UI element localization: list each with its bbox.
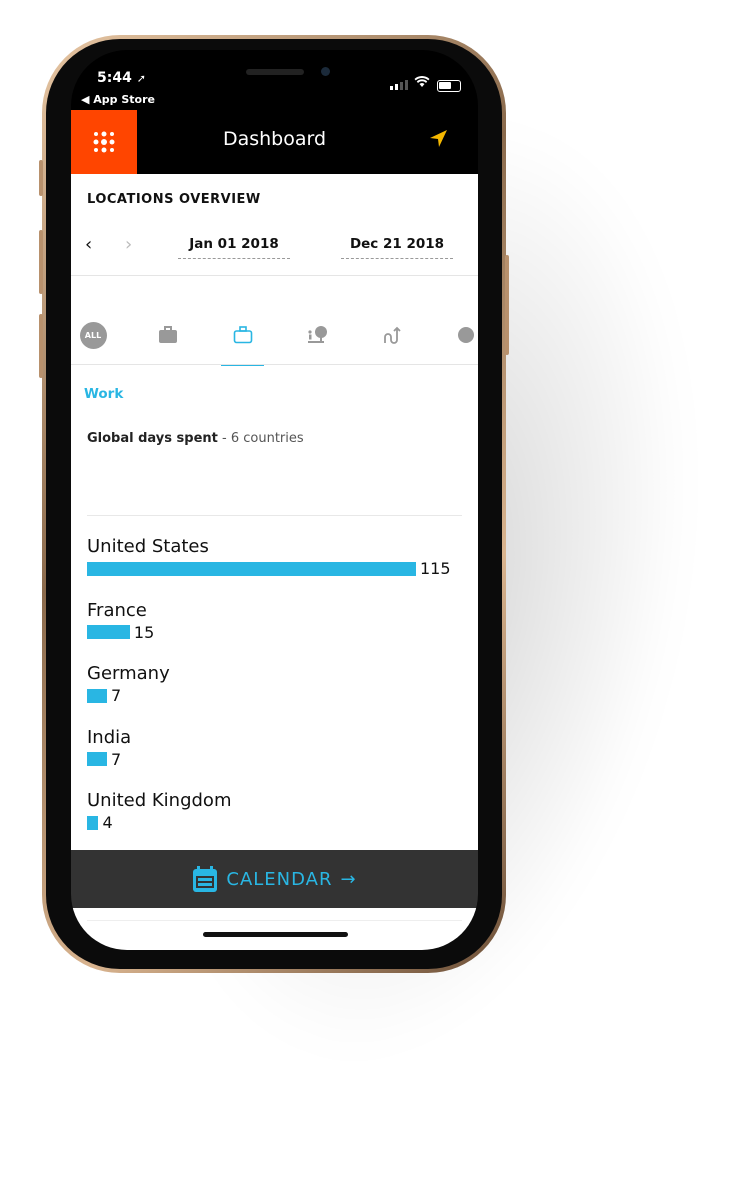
- status-bar: 5:44 ➚ ◀ App Store: [71, 50, 478, 110]
- divider: [87, 515, 462, 516]
- app-header: Dashboard: [71, 110, 478, 174]
- home-indicator[interactable]: [203, 932, 348, 937]
- country-row[interactable]: United Kingdom 4: [87, 790, 467, 832]
- country-days-value: 7: [111, 686, 122, 705]
- country-row[interactable]: United States 115: [87, 536, 467, 578]
- briefcase-outline-icon: [233, 326, 253, 344]
- country-bar: [87, 815, 99, 830]
- person-tree-icon: [308, 326, 327, 343]
- country-bar: [87, 561, 416, 576]
- summary: Global days spent - 6 countries: [87, 431, 304, 446]
- volume-down-button: [39, 314, 43, 378]
- location-button[interactable]: [427, 128, 449, 154]
- power-button: [505, 255, 509, 355]
- volume-up-button: [39, 230, 43, 294]
- back-to-app-store[interactable]: ◀ App Store: [81, 93, 155, 106]
- country-name: France: [87, 599, 147, 621]
- country-days-value: 7: [111, 749, 122, 769]
- summary-count: - 6 countries: [217, 431, 304, 446]
- content-below: [71, 908, 478, 950]
- circle-icon: [458, 327, 474, 343]
- section-title: LOCATIONS OVERVIEW: [87, 192, 261, 207]
- country-row[interactable]: Germany 7: [87, 663, 467, 705]
- divider: [71, 275, 478, 276]
- country-name: Germany: [87, 663, 170, 684]
- tab-briefcase-filled[interactable]: [146, 320, 190, 350]
- battery-icon: [437, 80, 461, 92]
- country-bar: [87, 625, 130, 639]
- tab-leisure[interactable]: [295, 320, 339, 350]
- country-name: India: [87, 726, 132, 748]
- signal-icon: [390, 80, 408, 90]
- dashboard-content: LOCATIONS OVERVIEW ‹ › Jan 01 2018 Dec 2…: [71, 174, 478, 896]
- wifi-icon: [414, 76, 430, 92]
- next-period-button[interactable]: ›: [125, 234, 132, 255]
- calendar-button[interactable]: CALENDAR →: [71, 850, 478, 908]
- country-row[interactable]: India 7: [87, 727, 467, 769]
- category-label: Work: [84, 386, 124, 402]
- speaker: [246, 69, 304, 75]
- tab-all[interactable]: ALL: [71, 320, 115, 350]
- divider: [71, 364, 478, 365]
- tab-route[interactable]: [370, 320, 414, 350]
- camera: [321, 67, 330, 76]
- country-bar: [87, 752, 108, 766]
- category-tabs: ALL: [71, 306, 478, 366]
- page-title: Dashboard: [222, 128, 327, 150]
- route-icon: [384, 326, 401, 344]
- briefcase-filled-icon: [159, 326, 177, 343]
- summary-label: Global days spent: [87, 431, 218, 446]
- mute-switch: [39, 160, 43, 196]
- country-days-value: 15: [133, 622, 155, 642]
- prev-period-button[interactable]: ‹: [85, 234, 92, 255]
- country-row[interactable]: France 15: [87, 600, 467, 642]
- country-bar: [87, 688, 108, 703]
- tab-work[interactable]: [221, 320, 265, 350]
- screen: 5:44 ➚ ◀ App Store Dashboard LOCATIONS O…: [71, 50, 478, 950]
- start-date-field[interactable]: Jan 01 2018: [178, 236, 290, 259]
- country-days-value: 115: [420, 559, 451, 578]
- all-icon: ALL: [79, 321, 107, 349]
- end-date-field[interactable]: Dec 21 2018: [341, 236, 453, 259]
- arrow-right-icon: →: [340, 868, 357, 890]
- calendar-icon: [193, 866, 218, 892]
- clock: 5:44 ➚: [97, 70, 146, 86]
- location-arrow-icon: [430, 130, 447, 147]
- tab-other[interactable]: [444, 320, 478, 350]
- country-name: United States: [87, 536, 209, 557]
- country-name: United Kingdom: [87, 790, 232, 811]
- country-days-value: 4: [102, 813, 113, 832]
- calendar-label: CALENDAR: [226, 868, 333, 890]
